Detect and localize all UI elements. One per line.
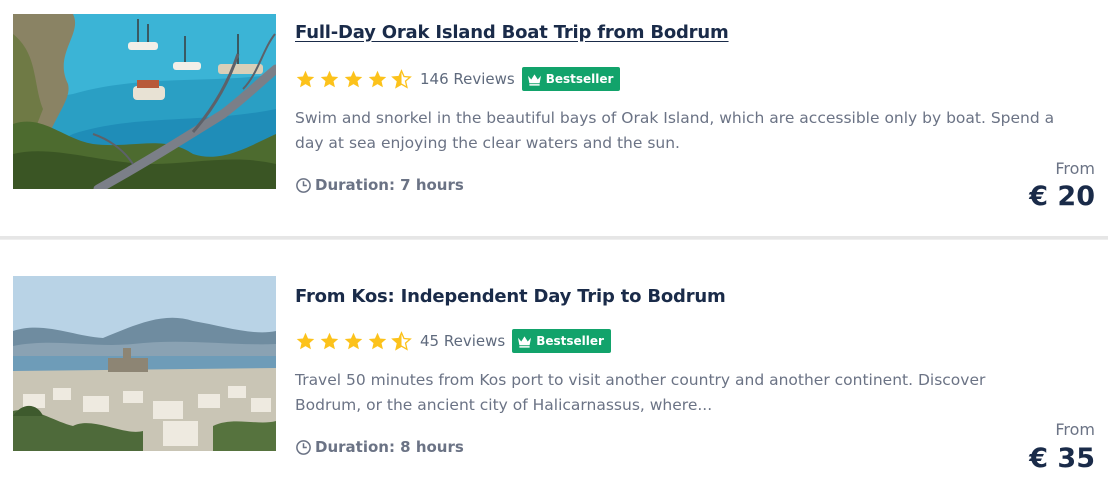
card-divider: [0, 236, 1108, 240]
product-title[interactable]: From Kos: Independent Day Trip to Bodrum: [295, 286, 726, 307]
half-star-icon: [391, 330, 412, 351]
price: € 20: [1029, 181, 1095, 212]
review-count[interactable]: 45 Reviews: [420, 332, 505, 350]
star-icon: [344, 70, 363, 87]
product-card[interactable]: Full-Day Orak Island Boat Trip from Bodr…: [0, 0, 1108, 236]
product-image[interactable]: [13, 276, 276, 451]
star-icon: [344, 332, 363, 349]
clock-icon: [296, 177, 311, 193]
clock-icon: [296, 439, 311, 455]
price: € 35: [1029, 443, 1095, 474]
product-card[interactable]: From Kos: Independent Day Trip to Bodrum…: [0, 262, 1108, 485]
product-description: Swim and snorkel in the beautiful bays o…: [295, 109, 1055, 152]
rating-row: 146 Reviews Bestseller: [295, 66, 621, 92]
badge-label: Bestseller: [545, 72, 614, 86]
crown-icon: [518, 335, 532, 348]
rating-stars: [295, 68, 412, 90]
price-from-label: From: [1055, 420, 1095, 439]
duration: Duration: 7 hours: [295, 176, 464, 194]
star-icon: [296, 332, 315, 349]
bestseller-badge: Bestseller: [521, 67, 621, 91]
product-description: Travel 50 minutes from Kos port to visit…: [295, 371, 986, 414]
star-icon: [320, 332, 339, 349]
star-icon: [368, 70, 387, 87]
bestseller-badge: Bestseller: [512, 329, 611, 353]
badge-label: Bestseller: [536, 334, 604, 348]
rating-row: 45 Reviews Bestseller: [295, 328, 611, 354]
star-icon: [296, 70, 315, 87]
rating-stars: [295, 330, 412, 352]
star-icon: [320, 70, 339, 87]
star-icon: [368, 332, 387, 349]
crown-icon: [527, 73, 541, 86]
duration-label: Duration: 8 hours: [315, 438, 464, 456]
duration: Duration: 8 hours: [295, 438, 464, 456]
half-star-icon: [391, 68, 412, 89]
duration-label: Duration: 7 hours: [315, 176, 464, 194]
price-from-label: From: [1055, 159, 1095, 178]
product-title[interactable]: Full-Day Orak Island Boat Trip from Bodr…: [295, 22, 729, 43]
product-image[interactable]: [13, 14, 276, 189]
review-count[interactable]: 146 Reviews: [420, 70, 515, 88]
